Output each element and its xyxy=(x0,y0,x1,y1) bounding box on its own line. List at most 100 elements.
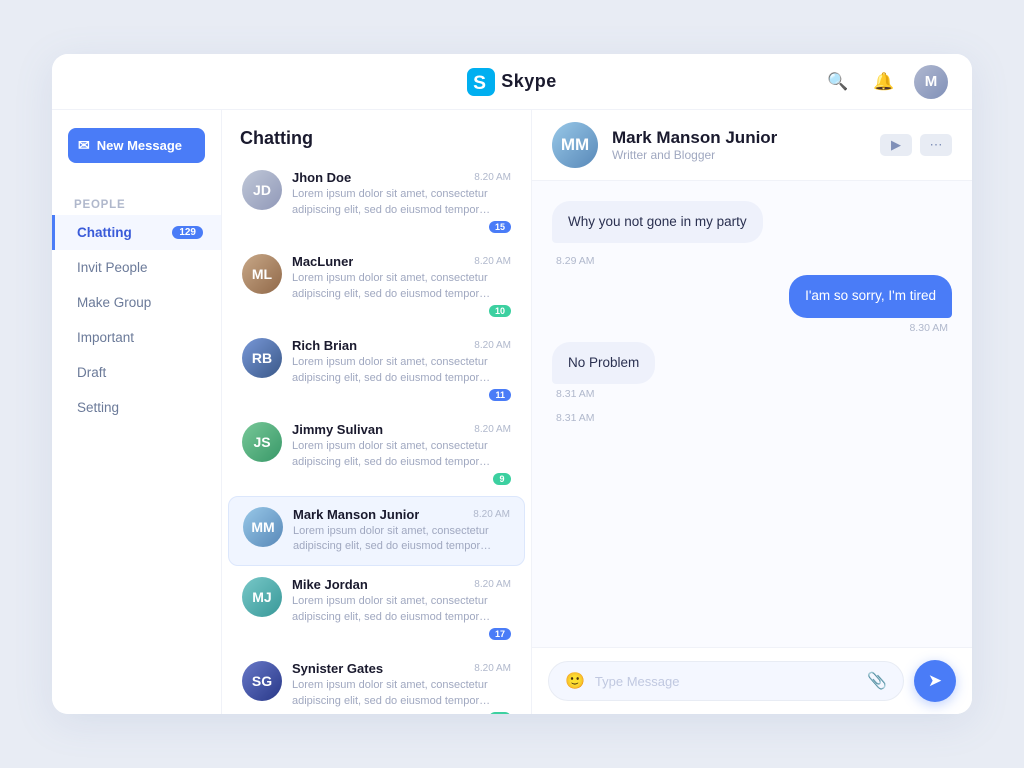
chat-item-avatar: RB xyxy=(242,338,282,378)
message-row: I'am so sorry, I'm tired 8.30 AM xyxy=(552,275,952,333)
chat-list-scroll[interactable]: JD Jhon Doe 8.20 AM Lorem ipsum dolor si… xyxy=(222,159,531,714)
chat-item-initials: RB xyxy=(252,350,272,366)
sidebar-label-setting: Setting xyxy=(77,400,119,415)
received-time-label: 8.29 AM xyxy=(552,255,952,267)
attach-icon[interactable]: 📎 xyxy=(867,671,887,691)
chat-item-info: Jhon Doe 8.20 AM Lorem ipsum dolor sit a… xyxy=(292,170,511,233)
chat-header-actions: ▶ ⋯ xyxy=(880,134,952,156)
chat-item-avatar: SG xyxy=(242,661,282,701)
chat-header-avatar: MM xyxy=(552,122,598,168)
chat-item-time: 8.20 AM xyxy=(474,172,511,183)
app-container: S Skype 🔍 🔔 M ✉ New Message People xyxy=(52,54,972,714)
message-input[interactable] xyxy=(595,674,857,689)
nav-icons: 🔍 🔔 M xyxy=(822,65,948,99)
sidebar-label-chatting: Chatting xyxy=(77,225,132,240)
sidebar-item-invit-people[interactable]: Invit People xyxy=(52,250,221,285)
chat-name-row: Synister Gates 8.20 AM xyxy=(292,661,511,676)
sidebar-label-make-group: Make Group xyxy=(77,295,151,310)
chat-name-row: Rich Brian 8.20 AM xyxy=(292,338,511,353)
chat-item-avatar: JS xyxy=(242,422,282,462)
chat-item[interactable]: MM Mark Manson Junior 8.20 AM Lorem ipsu… xyxy=(228,496,525,567)
chat-item-name: Jhon Doe xyxy=(292,170,351,185)
chat-item-info: Synister Gates 8.20 AM Lorem ipsum dolor… xyxy=(292,661,511,714)
chat-item-name: Rich Brian xyxy=(292,338,357,353)
chat-item-name: Mark Manson Junior xyxy=(293,507,419,522)
sidebar-label-invit-people: Invit People xyxy=(77,260,148,275)
chat-item-badge: 10 xyxy=(489,712,511,714)
message-row: Why you not gone in my party xyxy=(552,201,952,243)
more-icon: ⋯ xyxy=(930,137,943,153)
chat-item-time: 8.20 AM xyxy=(473,509,510,520)
search-button[interactable]: 🔍 xyxy=(822,66,854,98)
send-icon: ➤ xyxy=(928,671,942,691)
sidebar-section-label: People xyxy=(52,185,221,215)
chat-item[interactable]: JS Jimmy Sulivan 8.20 AM Lorem ipsum dol… xyxy=(228,412,525,495)
chat-item-preview: Lorem ipsum dolor sit amet, consectetur … xyxy=(292,678,511,710)
chat-item-preview: Lorem ipsum dolor sit amet, consectetur … xyxy=(292,271,511,303)
chat-item[interactable]: MJ Mike Jordan 8.20 AM Lorem ipsum dolor… xyxy=(228,567,525,650)
message-bubble: Why you not gone in my party xyxy=(552,201,763,243)
chat-badge-row: 11 xyxy=(292,389,511,401)
app-title: Skype xyxy=(501,71,557,92)
main-area: ✉ New Message People Chatting 129 Invit … xyxy=(52,110,972,714)
chat-name-row: MacLuner 8.20 AM xyxy=(292,254,511,269)
chat-item-initials: MJ xyxy=(252,589,271,605)
sidebar-item-draft[interactable]: Draft xyxy=(52,355,221,390)
chat-input-area: 🙂 📎 ➤ xyxy=(532,647,972,714)
sidebar: ✉ New Message People Chatting 129 Invit … xyxy=(52,110,222,714)
chat-contact-name: Mark Manson Junior xyxy=(612,128,866,148)
bell-icon: 🔔 xyxy=(873,72,894,92)
chat-item[interactable]: ML MacLuner 8.20 AM Lorem ipsum dolor si… xyxy=(228,244,525,327)
chat-item-initials: JS xyxy=(253,434,270,450)
send-button[interactable]: ➤ xyxy=(914,660,956,702)
chat-item[interactable]: JD Jhon Doe 8.20 AM Lorem ipsum dolor si… xyxy=(228,160,525,243)
chat-item-time: 8.20 AM xyxy=(474,663,511,674)
last-received-time: 8.31 AM xyxy=(552,412,952,424)
chat-item-info: Rich Brian 8.20 AM Lorem ipsum dolor sit… xyxy=(292,338,511,401)
video-call-button[interactable]: ▶ xyxy=(880,134,912,156)
sidebar-item-setting[interactable]: Setting xyxy=(52,390,221,425)
chat-name-row: Mark Manson Junior 8.20 AM xyxy=(293,507,510,522)
chat-item-info: Mike Jordan 8.20 AM Lorem ipsum dolor si… xyxy=(292,577,511,640)
chat-badge-row: 15 xyxy=(292,221,511,233)
chat-badge-row: 10 xyxy=(292,305,511,317)
user-avatar-nav[interactable]: M xyxy=(914,65,948,99)
notifications-button[interactable]: 🔔 xyxy=(868,66,900,98)
envelope-icon: ✉ xyxy=(78,137,90,154)
new-message-button[interactable]: ✉ New Message xyxy=(68,128,205,163)
chat-item-name: Mike Jordan xyxy=(292,577,368,592)
message-time: 8.30 AM xyxy=(905,322,952,334)
chat-contact-status: Writter and Blogger xyxy=(612,148,866,162)
chat-item-preview: Lorem ipsum dolor sit amet, consectetur … xyxy=(292,439,511,471)
more-options-button[interactable]: ⋯ xyxy=(920,134,952,156)
chat-item[interactable]: SG Synister Gates 8.20 AM Lorem ipsum do… xyxy=(228,651,525,714)
sidebar-item-make-group[interactable]: Make Group xyxy=(52,285,221,320)
top-nav: S Skype 🔍 🔔 M xyxy=(52,54,972,110)
chat-item-time: 8.20 AM xyxy=(474,579,511,590)
chat-name-row: Mike Jordan 8.20 AM xyxy=(292,577,511,592)
chat-item-avatar: JD xyxy=(242,170,282,210)
chat-item-info: Jimmy Sulivan 8.20 AM Lorem ipsum dolor … xyxy=(292,422,511,485)
logo-area: S Skype xyxy=(467,68,557,96)
chat-item-badge: 17 xyxy=(489,628,511,640)
chat-item-name: MacLuner xyxy=(292,254,353,269)
chat-item-preview: Lorem ipsum dolor sit amet, consectetur … xyxy=(292,355,511,387)
chat-item-badge: 9 xyxy=(493,473,511,485)
chat-item[interactable]: RB Rich Brian 8.20 AM Lorem ipsum dolor … xyxy=(228,328,525,411)
chat-item-avatar: ML xyxy=(242,254,282,294)
chat-input-box: 🙂 📎 xyxy=(548,661,904,701)
chat-item-initials: ML xyxy=(252,266,272,282)
emoji-icon[interactable]: 🙂 xyxy=(565,671,585,691)
message-timestamp: 8.29 AM xyxy=(552,251,952,267)
message-bubble: No Problem xyxy=(552,342,655,384)
chat-item-time: 8.20 AM xyxy=(474,256,511,267)
message-timestamp: 8.31 AM xyxy=(552,408,952,424)
message-time: 8.31 AM xyxy=(552,388,599,400)
chat-item-preview: Lorem ipsum dolor sit amet, consectetur … xyxy=(292,187,511,219)
sidebar-label-draft: Draft xyxy=(77,365,106,380)
chat-item-badge: 10 xyxy=(489,305,511,317)
sidebar-item-important[interactable]: Important xyxy=(52,320,221,355)
chat-item-info: MacLuner 8.20 AM Lorem ipsum dolor sit a… xyxy=(292,254,511,317)
sidebar-item-chatting[interactable]: Chatting 129 xyxy=(52,215,221,250)
chat-item-initials: MM xyxy=(251,519,274,535)
